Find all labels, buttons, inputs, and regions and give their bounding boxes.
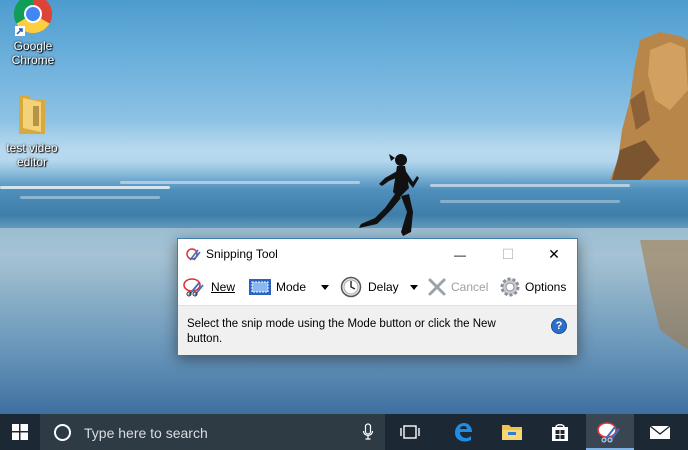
help-icon[interactable]: ? [551,318,567,334]
task-view-button[interactable] [386,414,434,450]
mail-icon [649,425,671,439]
window-title: Snipping Tool [206,247,278,261]
wave-crest [440,200,620,203]
folder-icon [19,96,45,134]
taskbar-search-box[interactable]: Type here to search [40,414,385,450]
desktop-icon-label: test video editor [6,141,58,169]
cancel-x-icon [428,278,446,296]
start-button[interactable] [0,414,40,450]
rock-cliff-image [610,32,688,180]
clock-icon [340,276,362,298]
wave-crest [120,181,360,184]
close-icon: ✕ [548,246,560,262]
edge-browser-icon [455,423,472,442]
cortana-icon [54,424,71,441]
desktop-icon-chrome[interactable]: Google Chrome [1,0,65,67]
options-button-label: Options [525,280,567,294]
runner-silhouette-image [359,154,419,236]
chevron-down-icon [410,284,418,290]
edge-taskbar-button[interactable] [439,414,487,450]
status-message-area: Select the snip mode using the Mode butt… [178,305,577,355]
new-button[interactable]: New [183,275,235,299]
mail-taskbar-button[interactable] [636,414,684,450]
wave-crest [0,186,170,189]
snipping-tool-icon [597,422,620,443]
gear-icon [500,277,520,297]
desktop-icon-label: Google Chrome [11,39,55,67]
windows-logo-icon [12,424,28,440]
maximize-button[interactable]: ☐ [485,239,531,269]
cancel-button[interactable]: Cancel [427,275,488,299]
cliff-reflection-image [640,240,688,350]
chevron-down-icon [321,284,329,290]
wave-crest [430,184,630,187]
shortcut-arrow-icon [15,26,25,36]
instruction-text: Select the snip mode using the Mode butt… [187,318,496,345]
close-button[interactable]: ✕ [531,239,577,269]
microphone-icon[interactable] [362,423,374,441]
taskbar: Type here to search [0,414,688,450]
maximize-icon: ☐ [501,246,515,262]
file-explorer-taskbar-button[interactable] [488,414,536,450]
wave-crest [20,196,160,199]
mode-button-label: Mode [276,280,307,294]
new-button-label: New [211,280,236,294]
sky-haze [0,120,688,180]
mode-button[interactable]: Mode [248,275,306,299]
task-view-icon [400,425,420,439]
title-bar[interactable]: Snipping Tool — ☐ ✕ [178,239,577,269]
options-button[interactable]: Options [499,275,566,299]
rectangular-snip-icon [249,279,271,295]
store-bag-icon [552,424,568,441]
snipping-tool-taskbar-button[interactable] [586,414,634,450]
delay-button[interactable]: Delay [340,275,399,299]
desktop-icon-folder[interactable]: test video editor [0,92,64,169]
search-placeholder: Type here to search [84,425,208,441]
minimize-icon: — [454,248,466,262]
toolbar: New Mode Delay Cancel Options [178,269,577,305]
snipping-tool-app-icon [186,248,201,261]
new-snip-icon [183,278,204,297]
snipping-tool-window[interactable]: Snipping Tool — ☐ ✕ New Mode Delay Cance… [177,238,578,355]
store-taskbar-button[interactable] [536,414,584,450]
delay-dropdown-arrow[interactable] [407,275,421,299]
cancel-button-label: Cancel [451,280,489,294]
mode-dropdown-arrow[interactable] [318,275,332,299]
delay-button-label: Delay [368,280,399,294]
minimize-button[interactable]: — [437,239,483,269]
folder-icon [502,425,522,440]
